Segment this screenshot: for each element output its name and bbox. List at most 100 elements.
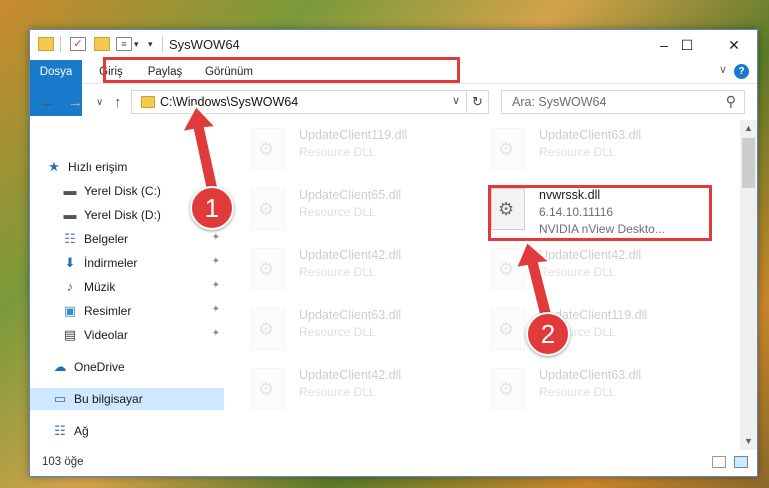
file-description: Resource DLL bbox=[299, 385, 376, 399]
file-item[interactable]: ⚙ UpdateClient63.dll Resource DLL bbox=[483, 124, 703, 180]
dll-file-icon: ⚙ bbox=[491, 368, 525, 410]
sidebar-item-label: Hızlı erişim bbox=[68, 160, 128, 174]
pin-icon[interactable]: ✦ bbox=[212, 328, 220, 339]
videos-icon: ▤ bbox=[63, 327, 77, 342]
file-description: Resource DLL bbox=[299, 205, 376, 219]
close-button[interactable]: ✕ bbox=[711, 30, 757, 60]
sidebar-item-label: Bu bilgisayar bbox=[74, 392, 143, 406]
gear-icon: ⚙ bbox=[498, 259, 515, 279]
gear-icon: ⚙ bbox=[258, 379, 275, 399]
search-box[interactable]: Ara: SysWOW64 ⚲ bbox=[501, 90, 745, 114]
file-item[interactable]: ⚙ UpdateClient42.dll Resource DLL bbox=[243, 244, 463, 300]
pin-icon[interactable]: ✦ bbox=[212, 256, 220, 267]
scroll-down-icon[interactable]: ▼ bbox=[740, 433, 757, 450]
up-button[interactable]: ↑ bbox=[114, 94, 122, 111]
address-bar[interactable]: C:\Windows\SysWOW64 ∨ ↻ bbox=[131, 90, 489, 114]
scroll-thumb[interactable] bbox=[742, 138, 755, 188]
maximize-button[interactable]: ☐ bbox=[664, 30, 710, 60]
sidebar-item-label: Videolar bbox=[84, 328, 128, 342]
dll-file-icon: ⚙ bbox=[491, 128, 525, 170]
ribbon-collapse-icon[interactable]: ∨ bbox=[719, 63, 727, 76]
file-name: UpdateClient63.dll bbox=[299, 308, 402, 322]
sidebar-item-label: Yerel Disk (D:) bbox=[84, 208, 161, 222]
file-name: UpdateClient42.dll bbox=[539, 248, 642, 262]
file-item[interactable]: ⚙ UpdateClient42.dll Resource DLL bbox=[483, 244, 703, 300]
file-item[interactable]: ⚙ UpdateClient42.dll Resource DLL bbox=[243, 364, 463, 420]
file-name: UpdateClient119.dll bbox=[299, 128, 408, 142]
gear-icon: ⚙ bbox=[258, 139, 275, 159]
search-icon[interactable]: ⚲ bbox=[726, 93, 736, 110]
dll-file-icon: ⚙ bbox=[251, 248, 285, 290]
sidebar-item-videos[interactable]: ▤ Videolar ✦ bbox=[30, 324, 224, 346]
sidebar-item-this-pc[interactable]: ▭ Bu bilgisayar bbox=[30, 388, 224, 410]
refresh-button[interactable]: ↻ bbox=[466, 91, 488, 113]
new-folder-icon[interactable] bbox=[94, 37, 110, 51]
divider bbox=[60, 36, 61, 52]
file-description: Resource DLL bbox=[299, 145, 376, 159]
drive-icon: ▬ bbox=[63, 183, 77, 198]
sidebar-item-documents[interactable]: ☷ Belgeler ✦ bbox=[30, 228, 224, 250]
file-item[interactable]: ⚙ UpdateClient119.dll Resource DLL bbox=[483, 304, 703, 360]
pin-icon[interactable]: ✦ bbox=[212, 304, 220, 315]
address-dropdown-icon[interactable]: ∨ bbox=[452, 94, 460, 107]
sidebar-item-onedrive[interactable]: ☁ OneDrive bbox=[30, 356, 224, 378]
file-item[interactable]: ⚙ UpdateClient119.dll Resource DLL bbox=[243, 124, 463, 180]
sidebar-item-label: Müzik bbox=[84, 280, 116, 294]
search-placeholder: Ara: SysWOW64 bbox=[512, 95, 607, 109]
vertical-scrollbar[interactable]: ▲ ▼ bbox=[740, 120, 757, 450]
file-description: Resource DLL bbox=[539, 385, 616, 399]
sidebar-item-pictures[interactable]: ▣ Resimler ✦ bbox=[30, 300, 224, 322]
status-bar: 103 öğe bbox=[30, 450, 757, 476]
gear-icon: ⚙ bbox=[258, 199, 275, 219]
sidebar-item-downloads[interactable]: ⬇ İndirmeler ✦ bbox=[30, 252, 224, 274]
sidebar-item-label: İndirmeler bbox=[84, 256, 138, 270]
sidebar-item-label: Belgeler bbox=[84, 232, 129, 246]
dll-file-icon: ⚙ bbox=[491, 248, 525, 290]
help-icon[interactable]: ? bbox=[734, 64, 749, 79]
sidebar-item-label: OneDrive bbox=[74, 360, 125, 374]
scroll-up-icon[interactable]: ▲ bbox=[740, 120, 757, 137]
recent-locations-button[interactable]: ∨ bbox=[96, 97, 103, 108]
pin-icon[interactable]: ✦ bbox=[212, 232, 220, 243]
gear-icon: ⚙ bbox=[258, 319, 275, 339]
dll-file-icon: ⚙ bbox=[251, 368, 285, 410]
large-icons-view-icon[interactable] bbox=[734, 456, 748, 468]
gear-icon: ⚙ bbox=[258, 259, 275, 279]
properties-icon[interactable]: ✓ bbox=[70, 37, 86, 51]
file-name: UpdateClient63.dll bbox=[539, 368, 642, 382]
sidebar-item-label: Yerel Disk (C:) bbox=[84, 184, 161, 198]
file-item[interactable]: ⚙ UpdateClient63.dll Resource DLL bbox=[483, 364, 703, 420]
file-description: Resource DLL bbox=[539, 145, 616, 159]
file-description: Resource DLL bbox=[299, 265, 376, 279]
file-item[interactable]: ⚙ UpdateClient63.dll Resource DLL bbox=[243, 304, 463, 360]
sidebar-item-label: Ağ bbox=[74, 424, 89, 438]
sidebar-item-music[interactable]: ♪ Müzik ✦ bbox=[30, 276, 224, 298]
sidebar-item-quick-access[interactable]: ★ Hızlı erişim bbox=[30, 156, 224, 178]
pin-icon[interactable]: ✦ bbox=[212, 280, 220, 291]
file-name: UpdateClient42.dll bbox=[299, 248, 402, 262]
file-item[interactable]: ⚙ UpdateClient65.dll Resource DLL bbox=[243, 184, 463, 240]
file-name: UpdateClient42.dll bbox=[299, 368, 402, 382]
quick-access-toolbar-icon[interactable]: ▾ bbox=[148, 39, 153, 50]
file-name: UpdateClient63.dll bbox=[539, 128, 642, 142]
customize-icon[interactable]: ≡ bbox=[116, 37, 132, 51]
sidebar-item-network[interactable]: ☷ Ağ bbox=[30, 420, 224, 442]
folder-icon bbox=[141, 96, 155, 108]
dll-file-icon: ⚙ bbox=[251, 128, 285, 170]
gear-icon: ⚙ bbox=[498, 139, 515, 159]
music-icon: ♪ bbox=[66, 279, 74, 294]
file-description: Resource DLL bbox=[539, 265, 616, 279]
file-highlight bbox=[488, 185, 712, 241]
address-path[interactable]: C:\Windows\SysWOW64 bbox=[160, 95, 298, 109]
star-icon: ★ bbox=[48, 159, 60, 174]
divider bbox=[162, 36, 163, 52]
dll-file-icon: ⚙ bbox=[251, 308, 285, 350]
back-button[interactable]: ← bbox=[40, 94, 55, 111]
explorer-window: ✓ ≡ ▾ ▾ SysWOW64 – ☐ ✕ Dosya Giriş Payla… bbox=[29, 29, 758, 477]
forward-button[interactable]: → bbox=[68, 94, 83, 111]
chevron-down-icon[interactable]: ▾ bbox=[134, 39, 139, 50]
details-view-icon[interactable] bbox=[712, 456, 726, 468]
file-list: ⚙ UpdateClient119.dll Resource DLL ⚙ Upd… bbox=[235, 120, 739, 450]
item-count: 103 öğe bbox=[42, 456, 84, 468]
documents-icon: ☷ bbox=[64, 231, 76, 246]
